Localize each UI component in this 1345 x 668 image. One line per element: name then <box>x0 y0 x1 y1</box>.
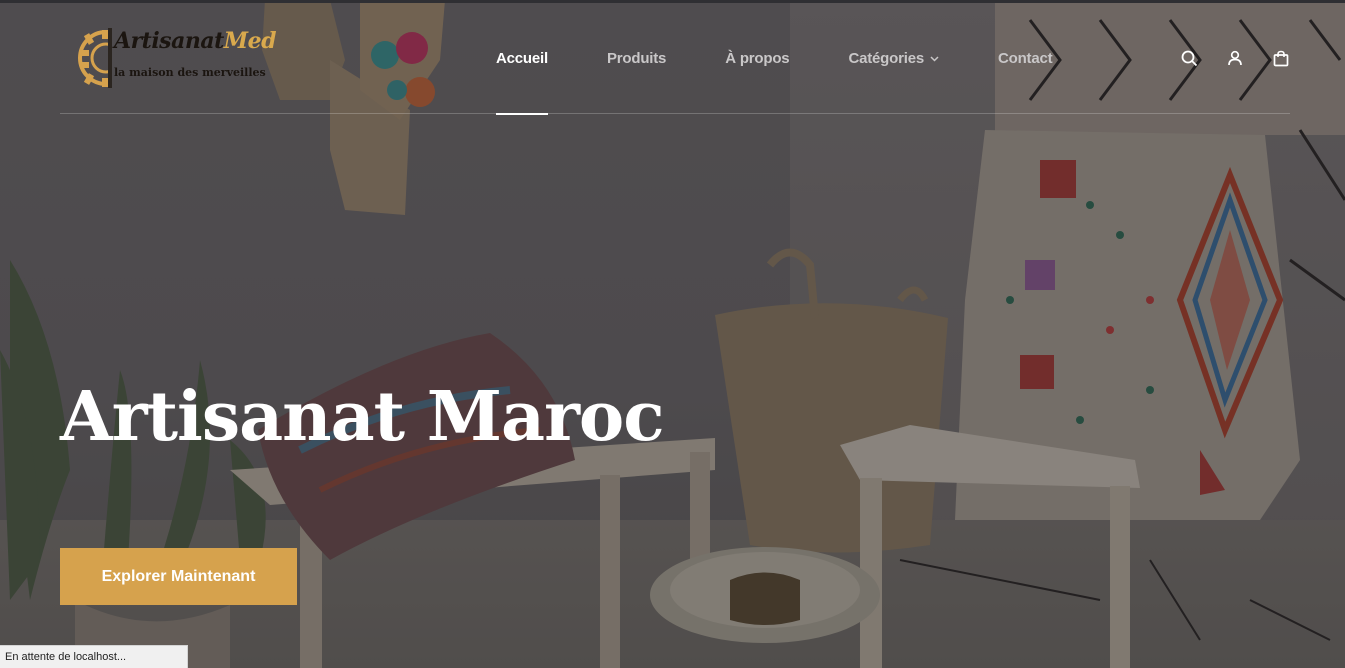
explore-now-button[interactable]: Explorer Maintenant <box>60 548 297 605</box>
chevron-down-icon <box>930 55 939 62</box>
brand-name-main: Artisanat <box>114 28 224 54</box>
nav-item-accueil[interactable]: Accueil <box>496 3 548 115</box>
shopping-bag-icon[interactable] <box>1272 49 1290 67</box>
search-icon[interactable] <box>1180 49 1198 67</box>
nav-item-categories-label: Catégories <box>848 50 924 67</box>
nav-item-categories[interactable]: Catégories <box>848 3 939 114</box>
nav-item-a-propos[interactable]: À propos <box>725 3 789 114</box>
nav-item-produits[interactable]: Produits <box>607 3 666 114</box>
brand-name: ArtisanatMed <box>114 28 276 54</box>
site-header: ArtisanatMed la maison des merveilles Ac… <box>60 3 1290 115</box>
nav-item-contact[interactable]: Contact <box>998 3 1053 114</box>
header-tools <box>1180 49 1290 67</box>
main-navigation: Accueil Produits À propos Catégories Con… <box>496 3 1053 115</box>
browser-status-bar: En attente de localhost... <box>0 645 188 668</box>
brand-emblem-icon <box>78 28 112 88</box>
hero-title: Artisanat Maroc <box>60 377 665 457</box>
brand-tagline: la maison des merveilles <box>114 66 266 79</box>
user-icon[interactable] <box>1226 49 1244 67</box>
brand-logo[interactable]: ArtisanatMed la maison des merveilles <box>78 28 288 94</box>
brand-name-accent: Med <box>223 28 277 54</box>
